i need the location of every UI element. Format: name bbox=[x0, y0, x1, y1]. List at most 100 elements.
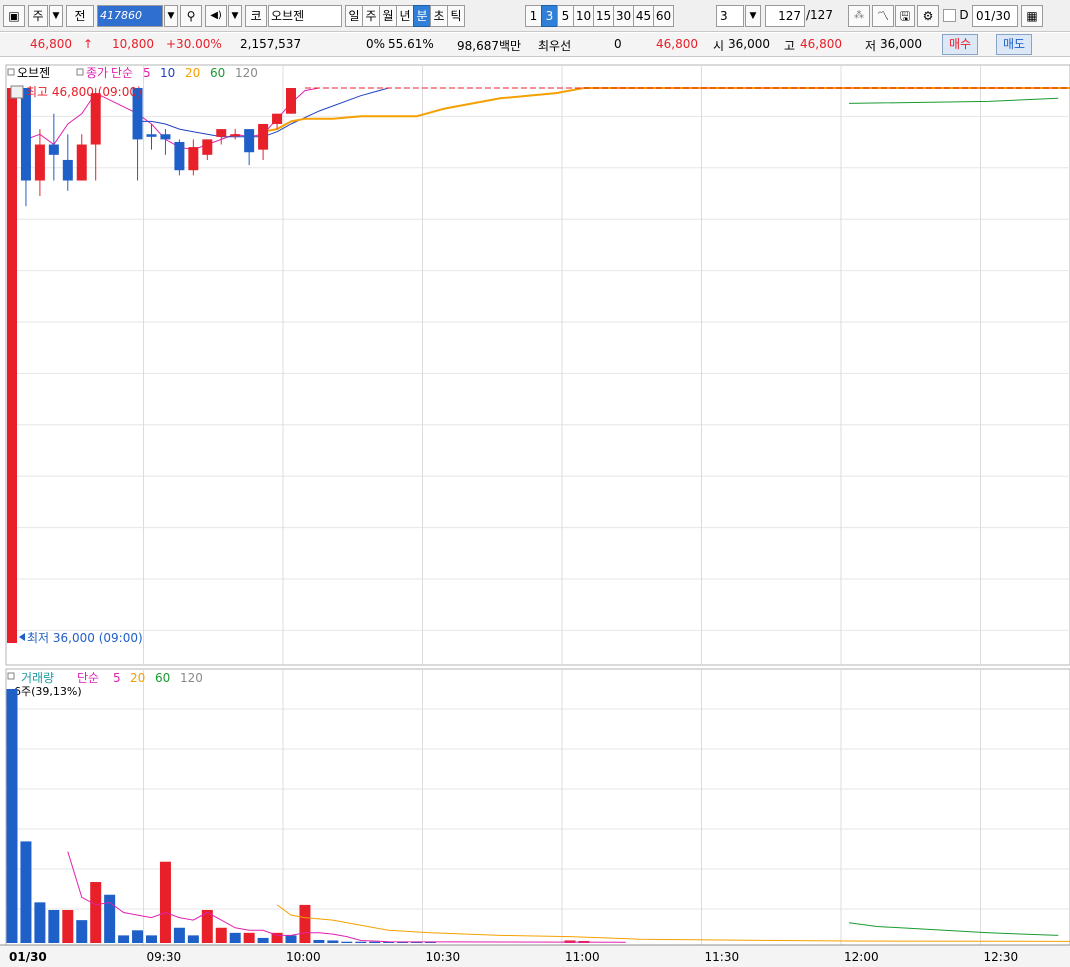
period-button-5[interactable]: 초 bbox=[430, 5, 448, 27]
code-dropdown-icon[interactable]: ▼ bbox=[164, 5, 178, 27]
chevron-down-icon[interactable]: ▼ bbox=[49, 5, 63, 27]
date-input[interactable]: 01/30 bbox=[972, 5, 1018, 27]
volume-bar bbox=[257, 937, 269, 943]
interval-button-15[interactable]: 15 bbox=[593, 5, 614, 27]
period-button-3[interactable]: 년 bbox=[396, 5, 414, 27]
quote-bar: 46,800 ↑ 10,800 +30.00% 2,157,537 0% 55.… bbox=[0, 33, 1070, 57]
interval-button-45[interactable]: 45 bbox=[633, 5, 654, 27]
interval-button-30[interactable]: 30 bbox=[613, 5, 634, 27]
volume-bar bbox=[118, 935, 130, 943]
candle-body bbox=[286, 88, 296, 114]
interval-button-60[interactable]: 60 bbox=[653, 5, 674, 27]
interval-dropdown-icon[interactable]: ▼ bbox=[745, 5, 761, 27]
volume-bar bbox=[369, 941, 381, 943]
speaker-dropdown-icon[interactable]: ▼ bbox=[228, 5, 242, 27]
candle-body bbox=[20, 88, 31, 181]
low-annotation: 최저 36,000 (09:00) bbox=[27, 631, 143, 645]
trend-line-icon[interactable]: 〽 bbox=[872, 5, 894, 27]
volume-ma60-line bbox=[848, 922, 1059, 936]
volume-bar bbox=[48, 909, 60, 943]
current-price: 46,800 bbox=[30, 37, 72, 51]
ma60-line bbox=[848, 97, 1059, 104]
count-total: /127 bbox=[806, 8, 833, 22]
volume-bar bbox=[90, 882, 102, 943]
volume-bar bbox=[76, 920, 88, 943]
table-icon bbox=[10, 85, 24, 99]
interval-button-5[interactable]: 5 bbox=[557, 5, 574, 27]
calendar-icon[interactable]: ▦ bbox=[1021, 5, 1043, 27]
volume-bar bbox=[146, 935, 157, 943]
up-arrow-icon: ↑ bbox=[83, 37, 94, 51]
volume-bar bbox=[285, 935, 297, 943]
volume-bar bbox=[341, 941, 353, 943]
volume-bar bbox=[159, 861, 171, 943]
legend-price-label: 종가 bbox=[86, 66, 108, 80]
candle-body bbox=[244, 129, 255, 153]
candle-body bbox=[160, 134, 171, 140]
period-button-1[interactable]: 주 bbox=[362, 5, 380, 27]
candle-body bbox=[146, 134, 157, 137]
best-value: 0 bbox=[614, 37, 622, 51]
prev-button[interactable]: 전 bbox=[66, 5, 94, 27]
window-icon[interactable]: ▣ bbox=[3, 5, 25, 27]
interval-button-3[interactable]: 3 bbox=[541, 5, 558, 27]
turnover-label: 0% bbox=[366, 37, 386, 51]
gear-icon[interactable]: ⚙ bbox=[917, 5, 939, 27]
chart-type-select[interactable]: 주 bbox=[28, 5, 48, 27]
sell-button[interactable]: 매도 bbox=[996, 34, 1033, 55]
candle-body bbox=[188, 147, 199, 171]
x-tick-label: 09:30 bbox=[147, 950, 182, 964]
stock-chart[interactable]: 오브젠 종가 단순 5 10 20 60 120 최고 46,800 (09:00) 최저 36,… bbox=[0, 57, 1070, 967]
legend-ma-20: 20 bbox=[185, 66, 200, 80]
volume-legend-ma-60: 60 bbox=[155, 671, 170, 685]
arrow-left-icon bbox=[19, 633, 25, 641]
volume-bar bbox=[299, 904, 311, 943]
date-checkbox[interactable] bbox=[943, 9, 956, 22]
candle-body bbox=[202, 139, 213, 155]
stock-name-field[interactable]: 오브젠 bbox=[268, 5, 342, 27]
interval-value-input[interactable]: 3 bbox=[716, 5, 744, 27]
change-percent: +30.00% bbox=[166, 37, 222, 51]
high-annotation: 최고 46,800 (09:00) bbox=[26, 85, 142, 99]
volume-bar bbox=[62, 909, 74, 943]
chart-grid bbox=[5, 64, 1070, 967]
volume-bar bbox=[215, 927, 227, 943]
period-button-6[interactable]: 틱 bbox=[447, 5, 465, 27]
volume-legend-ma-5: 5 bbox=[113, 671, 121, 685]
interval-button-10[interactable]: 10 bbox=[573, 5, 594, 27]
count-input[interactable]: 127 bbox=[765, 5, 805, 27]
buy-button[interactable]: 매수 bbox=[942, 34, 979, 55]
volume-bar bbox=[173, 927, 185, 943]
low-label: 저 bbox=[865, 39, 877, 53]
high-label: 고 bbox=[784, 39, 796, 53]
candle-body bbox=[258, 123, 269, 150]
candle-body bbox=[174, 141, 185, 171]
period-button-2[interactable]: 월 bbox=[379, 5, 397, 27]
volume-bar bbox=[327, 940, 339, 943]
legend-ma-10: 10 bbox=[160, 66, 175, 80]
candle-body bbox=[76, 144, 87, 181]
save-icon[interactable]: 🖫 bbox=[895, 5, 915, 27]
candle-body bbox=[48, 144, 59, 155]
period-button-4[interactable]: 분 bbox=[413, 5, 431, 27]
stock-code-input[interactable]: 417860 bbox=[97, 5, 163, 27]
candle-body bbox=[230, 134, 241, 137]
candle-body bbox=[7, 88, 17, 643]
search-icon[interactable]: ⚲ bbox=[180, 5, 202, 27]
volume-bar bbox=[313, 939, 325, 943]
volume-legend-ma-20: 20 bbox=[130, 671, 145, 685]
indicator-icon[interactable]: ⁂ bbox=[848, 5, 870, 27]
legend-square-icon bbox=[76, 68, 84, 76]
speaker-icon[interactable]: ◀) bbox=[205, 5, 227, 27]
trade-amount: 98,687백만 bbox=[457, 39, 522, 53]
x-tick-label: 12:30 bbox=[984, 950, 1019, 964]
interval-button-1[interactable]: 1 bbox=[525, 5, 542, 27]
open-value: 36,000 bbox=[728, 37, 770, 51]
candle-body bbox=[216, 129, 227, 137]
x-tick-label: 10:30 bbox=[426, 950, 461, 964]
period-button-0[interactable]: 일 bbox=[345, 5, 363, 27]
candle-body bbox=[90, 93, 101, 145]
x-tick-label: 12:00 bbox=[844, 950, 879, 964]
candle-body bbox=[34, 144, 45, 181]
price-panel-frame bbox=[5, 64, 1070, 666]
